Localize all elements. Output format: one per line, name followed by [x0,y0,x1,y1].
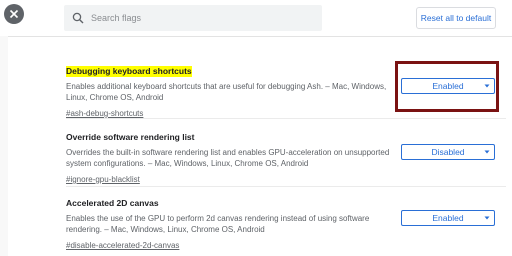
search-icon [71,12,84,25]
chevron-down-icon [484,216,490,220]
flag-link[interactable]: #disable-accelerated-2d-canvas [66,240,179,251]
select-value: Disabled [431,147,465,157]
flag-link[interactable]: #ignore-gpu-blacklist [66,174,140,185]
flags-header: Reset all to default [0,0,512,37]
flag-title: Override software rendering list [66,132,195,142]
flag-select-ignore-gpu-blacklist[interactable]: Disabled [401,144,495,160]
divider [66,118,506,119]
flag-description: Enables the use of the GPU to perform 2d… [66,214,370,234]
annotation-highlight-frame [395,61,499,112]
close-icon [9,9,19,19]
select-value: Enabled [432,213,464,223]
flag-select-disable-accelerated-2d-canvas[interactable]: Enabled [401,210,495,226]
flags-page: Reset all to default Debugging keyboard … [0,0,512,256]
chevron-down-icon [484,150,490,154]
close-button[interactable] [4,4,24,24]
page-left-edge [0,36,8,256]
flag-title: Accelerated 2D canvas [66,198,159,208]
flag-description: Overrides the built-in software renderin… [66,148,390,168]
search-box[interactable] [64,5,322,31]
divider [66,186,506,187]
search-input[interactable] [91,13,311,23]
flag-title: Debugging keyboard shortcuts [66,66,192,77]
flag-description: Enables additional keyboard shortcuts th… [66,82,387,102]
reset-all-button[interactable]: Reset all to default [416,7,496,29]
